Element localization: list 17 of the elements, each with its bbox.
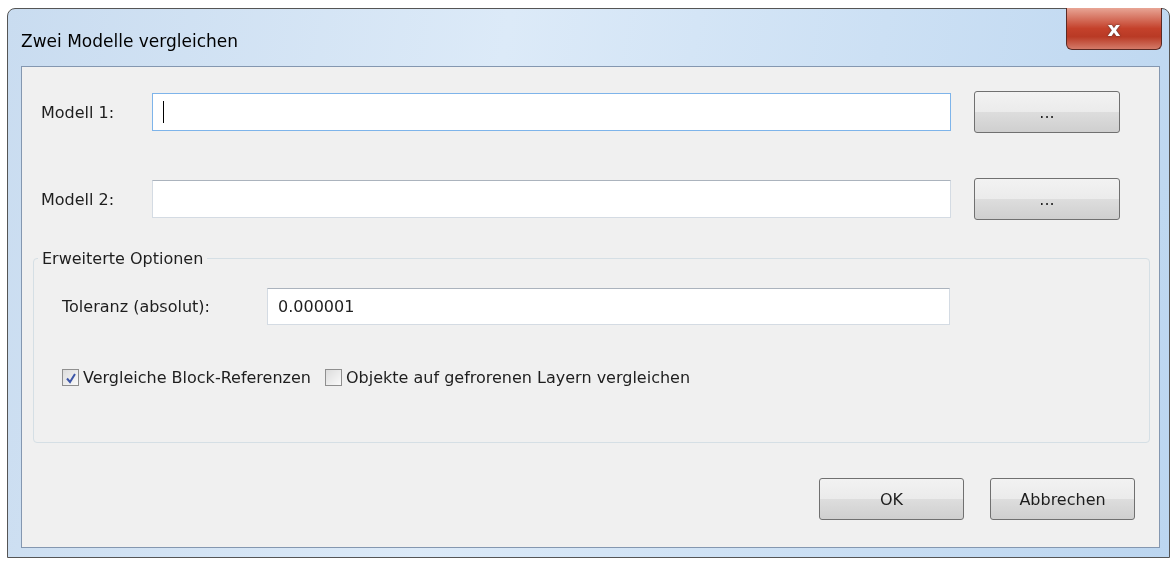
dialog-button[interactable]: Abbrechen [990,478,1135,520]
checkbox-label: Objekte auf gefrorenen Layern vergleichen [345,368,691,387]
group-legend: Erweiterte Optionen [38,249,208,268]
checkbox-label: Vergleiche Block-Referenzen [83,368,311,387]
browse-button[interactable]: ... [974,91,1120,133]
checkbox[interactable] [324,369,342,386]
window-title: Zwei Modelle vergleichen [21,30,239,51]
field-label: Modell 2: [41,189,116,209]
input-field[interactable]: 0.000001 [267,288,950,325]
input-field[interactable] [152,180,951,218]
close-button[interactable]: x [1066,8,1162,50]
dialog-button[interactable]: OK [819,478,964,520]
field-label: Modell 1: [41,102,116,122]
input-field[interactable] [152,93,951,131]
field-label: Toleranz (absolut): [62,297,211,316]
browse-button[interactable]: ... [974,178,1120,220]
checkbox[interactable] [62,369,79,386]
